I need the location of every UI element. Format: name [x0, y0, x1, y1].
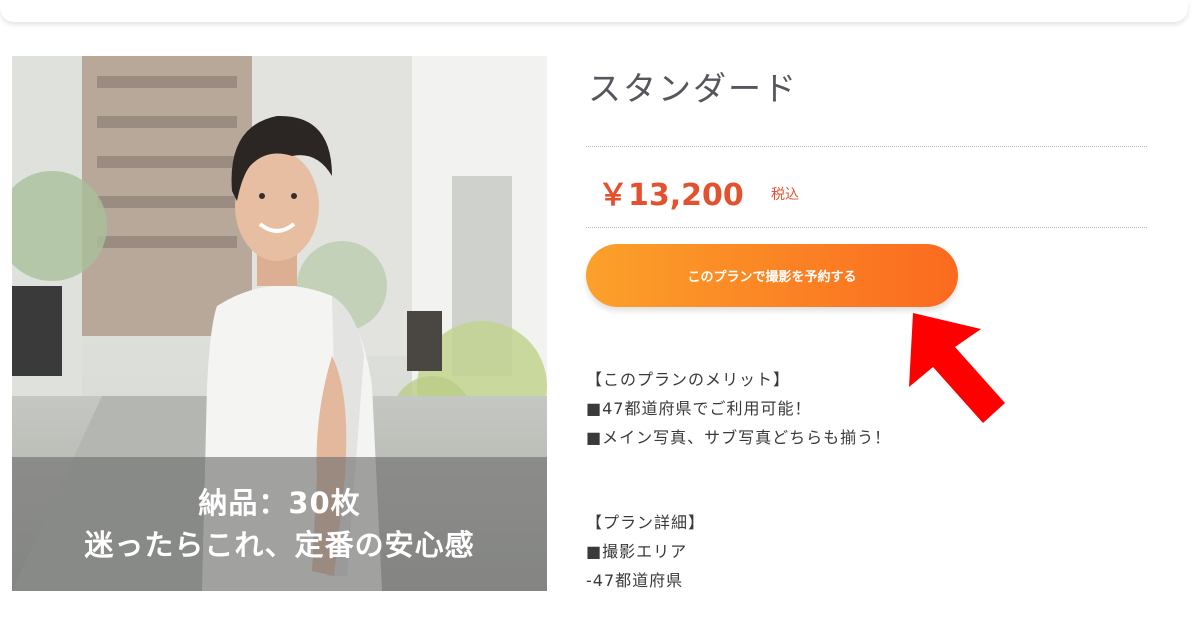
book-plan-button[interactable]: このプランで撮影を予約する [586, 244, 958, 307]
tax-label: 税込 [771, 187, 799, 203]
plan-price: ￥13,200 [598, 178, 744, 213]
plan-photo: 納品：30枚 迷ったらこれ、定番の安心感 [12, 56, 547, 591]
merit-item: ■メイン写真、サブ写真どちらも揃う！ [586, 428, 892, 447]
divider-top [586, 146, 1147, 147]
photo-caption: 納品：30枚 迷ったらこれ、定番の安心感 [12, 457, 547, 591]
caption-delivery: 納品：30枚 [198, 486, 361, 520]
caption-tagline: 迷ったらこれ、定番の安心感 [84, 528, 475, 562]
merit-item: ■47都道府県でご利用可能！ [586, 399, 812, 418]
divider-bottom [586, 227, 1147, 228]
plan-title: スタンダード [588, 69, 798, 108]
top-bar [0, 0, 1188, 22]
merits-heading: 【このプランのメリット】 [586, 370, 791, 389]
details-area-value: -47都道府県 [586, 571, 684, 590]
details-heading: 【プラン詳細】 [586, 513, 706, 532]
red-arrow-icon [909, 313, 1005, 423]
details-area-label: ■撮影エリア [586, 542, 688, 561]
